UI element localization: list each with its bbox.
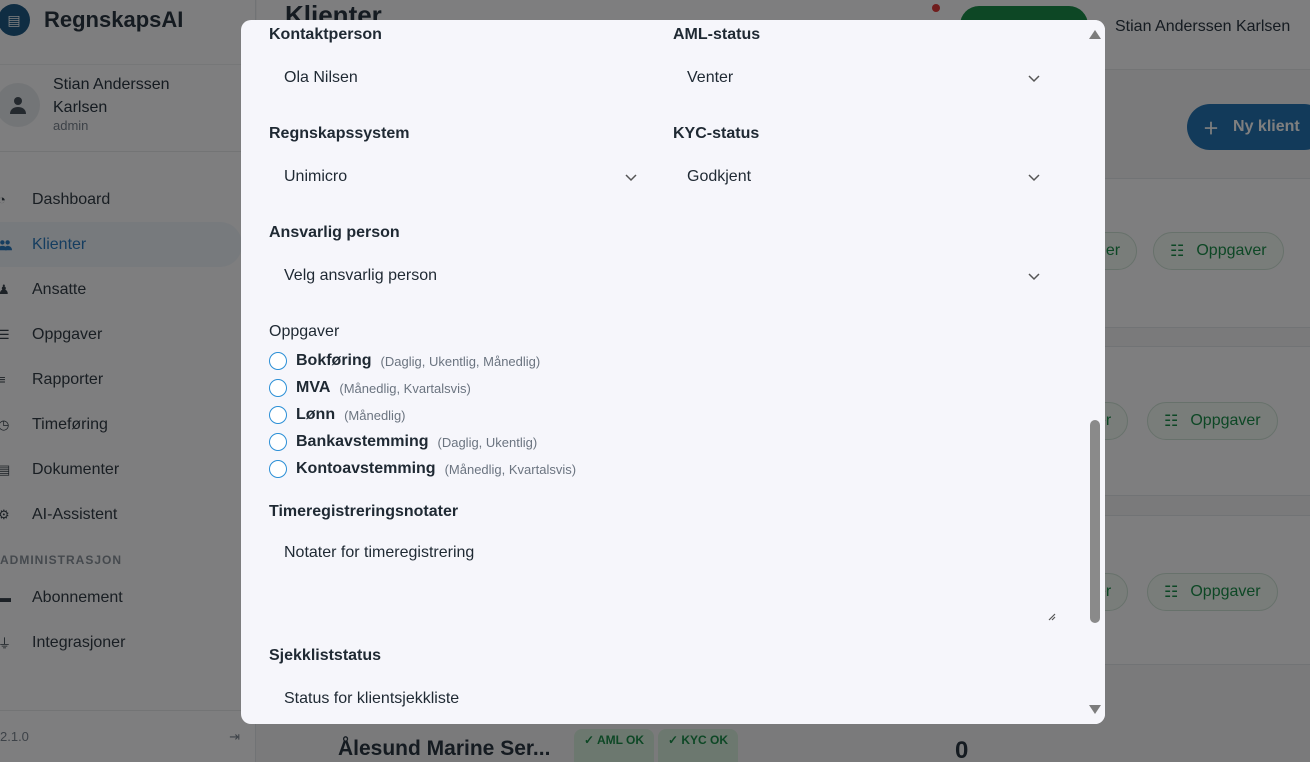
task-radio[interactable] [269,460,287,478]
task-radio[interactable] [269,379,287,397]
chevron-down-icon [1028,273,1040,281]
edit-client-modal: Kontaktperson Ola Nilsen AML-status Vent… [241,20,1105,724]
accounting-system-select[interactable]: Unimicro [269,157,649,197]
checklist-status-input[interactable]: Status for klientsjekkliste [269,679,1059,719]
task-option[interactable]: Bokføring (Daglig, Ukentlig, Månedlig) [269,349,540,373]
modal-scroll-content: Kontaktperson Ola Nilsen AML-status Vent… [241,20,1087,724]
time-notes-label: Timeregistreringsnotater [269,503,459,520]
task-name: Bankavstemming [296,433,429,450]
chevron-down-icon [1028,75,1040,83]
kyc-status-value: Godkjent [687,168,752,185]
task-name: MVA [296,379,331,396]
checklist-status-placeholder: Status for klientsjekkliste [284,690,460,707]
task-option[interactable]: Kontoavstemming (Månedlig, Kvartalsvis) [269,457,576,481]
task-frequency: (Månedlig) [344,407,406,423]
task-frequency: (Daglig, Ukentlig, Månedlig) [380,353,541,369]
task-name: Kontoavstemming [296,460,436,477]
task-radio[interactable] [269,433,287,451]
task-radio[interactable] [269,406,287,424]
scrollbar-thumb[interactable] [1090,420,1100,623]
task-frequency: (Månedlig, Kvartalsvis) [339,380,471,396]
accounting-system-label: Regnskapssystem [269,125,410,142]
task-frequency: (Daglig, Ukentlig) [437,434,538,450]
task-name: Bokføring [296,352,372,369]
task-name: Lønn [296,406,336,423]
aml-status-value: Venter [687,69,734,86]
responsible-person-value: Velg ansvarlig person [284,267,437,284]
scroll-down-arrow-icon[interactable] [1089,705,1101,714]
contact-person-label: Kontaktperson [269,26,382,43]
task-option[interactable]: Bankavstemming (Daglig, Ukentlig) [269,430,537,454]
task-frequency: (Månedlig, Kvartalsvis) [444,461,577,477]
task-option[interactable]: MVA (Månedlig, Kvartalsvis) [269,376,471,400]
time-notes-placeholder: Notater for timeregistrering [284,544,475,561]
responsible-person-select[interactable]: Velg ansvarlig person [269,256,1052,296]
contact-person-input[interactable]: Ola Nilsen [269,58,649,98]
scroll-up-arrow-icon[interactable] [1089,30,1101,39]
chevron-down-icon [1028,174,1040,182]
kyc-status-label: KYC-status [673,125,760,142]
checklist-status-label: Sjekkliststatus [269,647,382,664]
time-notes-textarea[interactable]: Notater for timeregistrering [269,533,1059,625]
aml-status-label: AML-status [673,26,761,43]
chevron-down-icon [625,174,637,182]
kyc-status-select[interactable]: Godkjent [672,157,1052,197]
accounting-system-value: Unimicro [284,168,348,185]
responsible-person-label: Ansvarlig person [269,224,400,241]
aml-status-select[interactable]: Venter [672,58,1052,98]
task-radio[interactable] [269,352,287,370]
task-option[interactable]: Lønn (Månedlig) [269,403,406,427]
resize-handle-icon[interactable] [1046,611,1056,621]
tasks-label: Oppgaver [269,323,340,340]
